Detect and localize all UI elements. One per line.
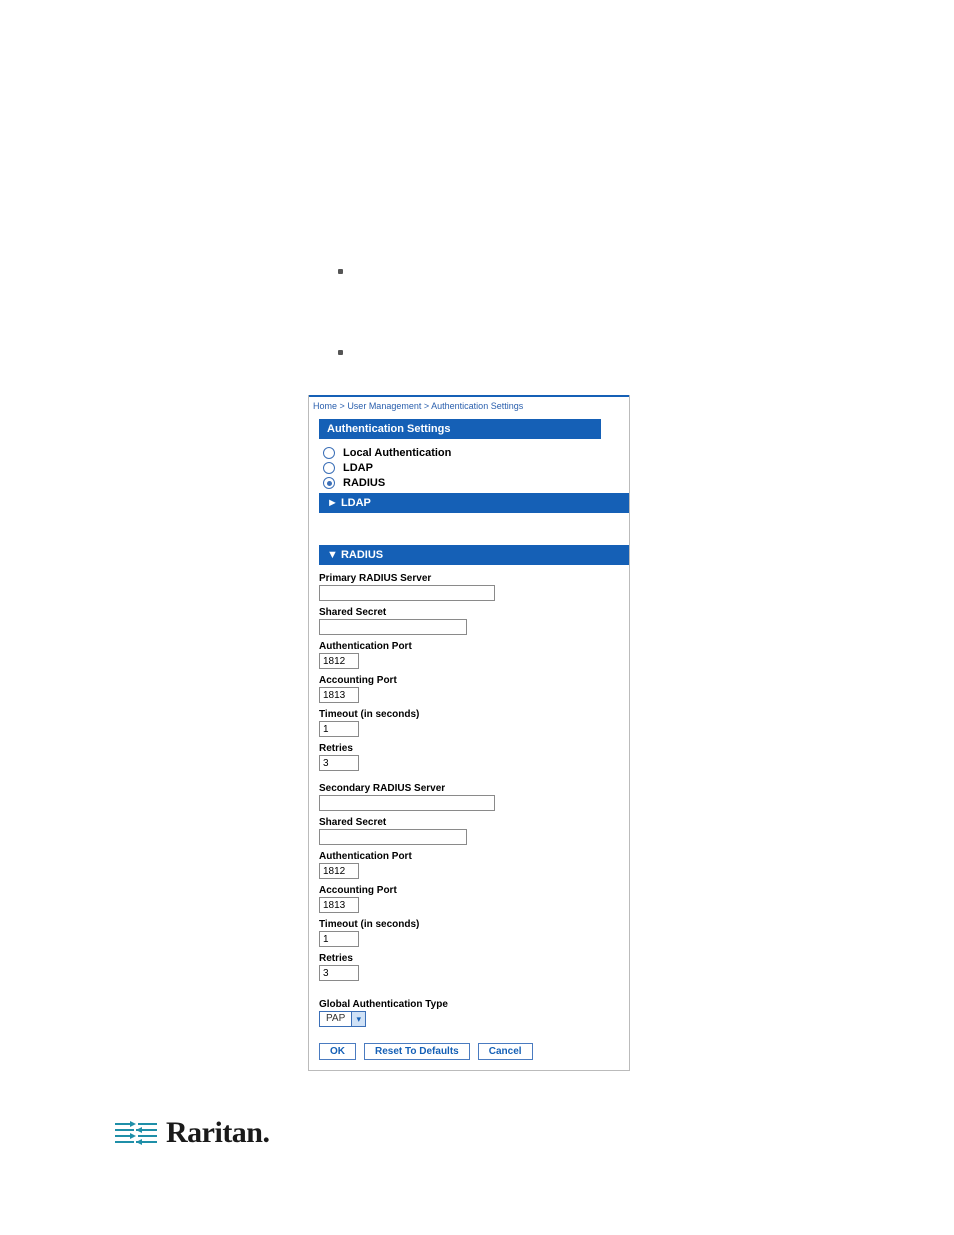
shared-secret-2-input[interactable] [319,829,467,845]
timeout-2-input[interactable] [319,931,359,947]
section-ldap-header[interactable]: ► LDAP [319,493,629,513]
radio-icon [323,462,335,474]
breadcrumb-sep: > [424,401,429,411]
authentication-settings-screenshot: Home > User Management > Authentication … [308,395,630,1071]
cancel-button[interactable]: Cancel [478,1043,533,1060]
timeout-label: Timeout (in seconds) [319,709,629,720]
raritan-logo-text: Raritan. [166,1116,270,1150]
radio-label: LDAP [343,462,373,474]
retries-label: Retries [319,743,629,754]
accounting-port-input[interactable] [319,687,359,703]
select-value: PAP [320,1012,351,1026]
authentication-port-label: Authentication Port [319,641,629,652]
secondary-radius-server-input[interactable] [319,795,495,811]
authentication-port-2-input[interactable] [319,863,359,879]
retries-2-input[interactable] [319,965,359,981]
bullet-icon [338,269,343,274]
breadcrumb-sep: > [340,401,345,411]
shared-secret-label: Shared Secret [319,607,629,618]
accounting-port-label: Accounting Port [319,675,629,686]
chevron-down-icon: ▾ [351,1012,365,1026]
timeout-input[interactable] [319,721,359,737]
bullet-icon [338,350,343,355]
authentication-port-2-label: Authentication Port [319,851,629,862]
radio-label: Local Authentication [343,447,451,459]
shared-secret-input[interactable] [319,619,467,635]
breadcrumb: Home > User Management > Authentication … [309,395,629,419]
primary-radius-server-label: Primary RADIUS Server [319,573,629,584]
radio-radius[interactable]: RADIUS [323,477,629,489]
radio-icon [323,477,335,489]
accounting-port-2-input[interactable] [319,897,359,913]
section-radius-header[interactable]: ▼ RADIUS [319,545,629,565]
secondary-radius-server-label: Secondary RADIUS Server [319,783,629,794]
authentication-port-input[interactable] [319,653,359,669]
breadcrumb-user-management[interactable]: User Management [347,401,421,411]
breadcrumb-home[interactable]: Home [313,401,337,411]
retries-2-label: Retries [319,953,629,964]
panel-title: Authentication Settings [319,419,601,439]
shared-secret-2-label: Shared Secret [319,817,629,828]
radio-label: RADIUS [343,477,385,489]
radio-ldap[interactable]: LDAP [323,462,629,474]
timeout-2-label: Timeout (in seconds) [319,919,629,930]
breadcrumb-authentication-settings[interactable]: Authentication Settings [431,401,523,411]
global-authentication-type-label: Global Authentication Type [319,999,629,1010]
reset-to-defaults-button[interactable]: Reset To Defaults [364,1043,470,1060]
primary-radius-server-input[interactable] [319,585,495,601]
retries-input[interactable] [319,755,359,771]
global-authentication-type-select[interactable]: PAP ▾ [319,1011,366,1027]
ok-button[interactable]: OK [319,1043,356,1060]
radio-local-authentication[interactable]: Local Authentication [323,447,629,459]
raritan-logo-icon [112,1118,160,1148]
raritan-logo: Raritan. [112,1116,270,1150]
accounting-port-2-label: Accounting Port [319,885,629,896]
radio-icon [323,447,335,459]
